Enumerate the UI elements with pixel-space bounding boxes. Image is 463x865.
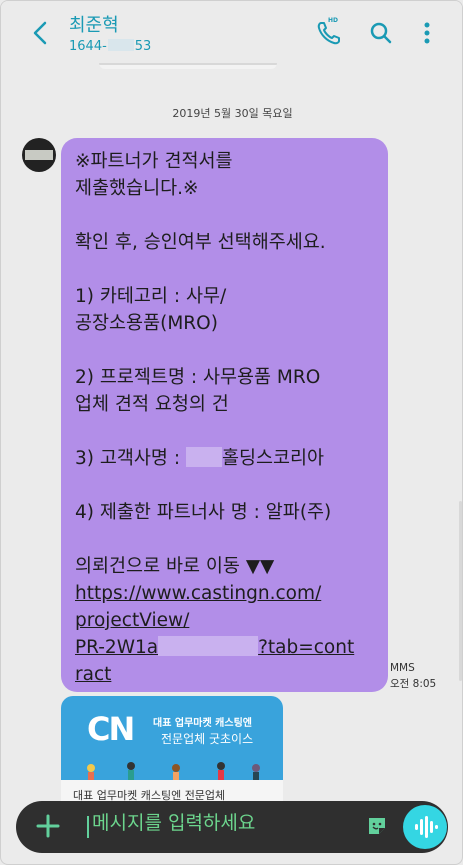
contact-number-prefix: 1644- xyxy=(69,39,107,54)
message-bubble[interactable]: ※파트너가 견적서를 제출했습니다.※ 확인 후, 승인여부 선택해주세요. 1… xyxy=(61,138,388,692)
link-text[interactable]: https://www.castingn.com/ xyxy=(75,583,321,604)
redaction-mask xyxy=(185,447,222,467)
project-link[interactable]: https://www.castingn.com/ projectView/ P… xyxy=(75,580,374,688)
sender-avatar[interactable] xyxy=(22,138,56,172)
voice-input-button[interactable] xyxy=(403,805,447,849)
castingn-logo: CN xyxy=(87,710,135,748)
contact-number-suffix: 53 xyxy=(134,39,152,54)
link-text[interactable]: projectView/ xyxy=(75,610,189,631)
waveform-icon xyxy=(415,816,438,838)
scrollbar[interactable] xyxy=(459,501,462,681)
hd-call-icon[interactable]: HD xyxy=(315,17,343,47)
preview-brand-line1: 대표 업무마켓 캐스팅엔 xyxy=(153,718,252,729)
message-line: 제출했습니다.※ xyxy=(75,178,199,199)
message-line: 공장소용품(MRO) xyxy=(75,313,218,334)
hd-badge: HD xyxy=(328,17,339,24)
message-line: 1) 카테고리 : 사무/ xyxy=(75,286,227,307)
link-text[interactable]: ract xyxy=(75,664,111,685)
date-divider: 2019년 5월 30일 목요일 xyxy=(172,107,293,120)
message-line: 업체 견적 요청의 건 xyxy=(75,394,229,415)
message-line: 4) 제출한 파트너사 명 : 알파(주) xyxy=(75,502,332,523)
search-icon[interactable] xyxy=(367,19,395,47)
message-type-label: MMS xyxy=(390,662,415,674)
text-cursor xyxy=(87,816,89,838)
message-line: 3) 고객사명 : xyxy=(75,448,186,469)
contact-number: 1644- 53 xyxy=(69,39,151,54)
message-line: ※파트너가 견적서를 xyxy=(75,151,233,172)
redaction-mask xyxy=(158,636,259,656)
message-line: 2) 프로젝트명 : 사무용품 MRO xyxy=(75,367,321,388)
message-meta: MMS 오전 8:05 xyxy=(390,660,436,692)
conversation-header: 최준혁 1644- 53 HD xyxy=(1,1,462,63)
message-composer xyxy=(16,801,448,853)
message-time: 오전 8:05 xyxy=(390,678,437,690)
plus-icon[interactable] xyxy=(35,813,61,839)
contact-name[interactable]: 최준혁 xyxy=(69,11,119,37)
link-text[interactable]: PR-2W1a xyxy=(75,637,158,658)
back-arrow-icon[interactable] xyxy=(29,19,53,47)
header-pull-tab xyxy=(99,63,277,69)
more-options-icon[interactable] xyxy=(413,19,441,47)
message-line: 홀딩스코리아 xyxy=(221,448,325,469)
message-line: 확인 후, 승인여부 선택해주세요. xyxy=(75,232,326,253)
message-input[interactable] xyxy=(92,812,362,834)
preview-brand-line2: 전문업체 굿초이스 xyxy=(161,732,254,746)
message-line: 의뢰건으로 바로 이동 ▼▼ xyxy=(75,556,275,577)
avatar-image xyxy=(25,150,53,160)
sticker-icon[interactable] xyxy=(366,815,388,837)
messages-screen: 최준혁 1644- 53 HD 2019년 5월 30일 목요일 ※파트너가 견… xyxy=(0,0,463,865)
link-text[interactable]: ?tab=cont xyxy=(258,637,354,658)
redaction-mask xyxy=(107,39,134,51)
link-preview-card[interactable]: CN 대표 업무마켓 캐스팅엔 전문업체 굿초이스 대표 업무마켓 캐스팅엔 전… xyxy=(61,696,283,806)
